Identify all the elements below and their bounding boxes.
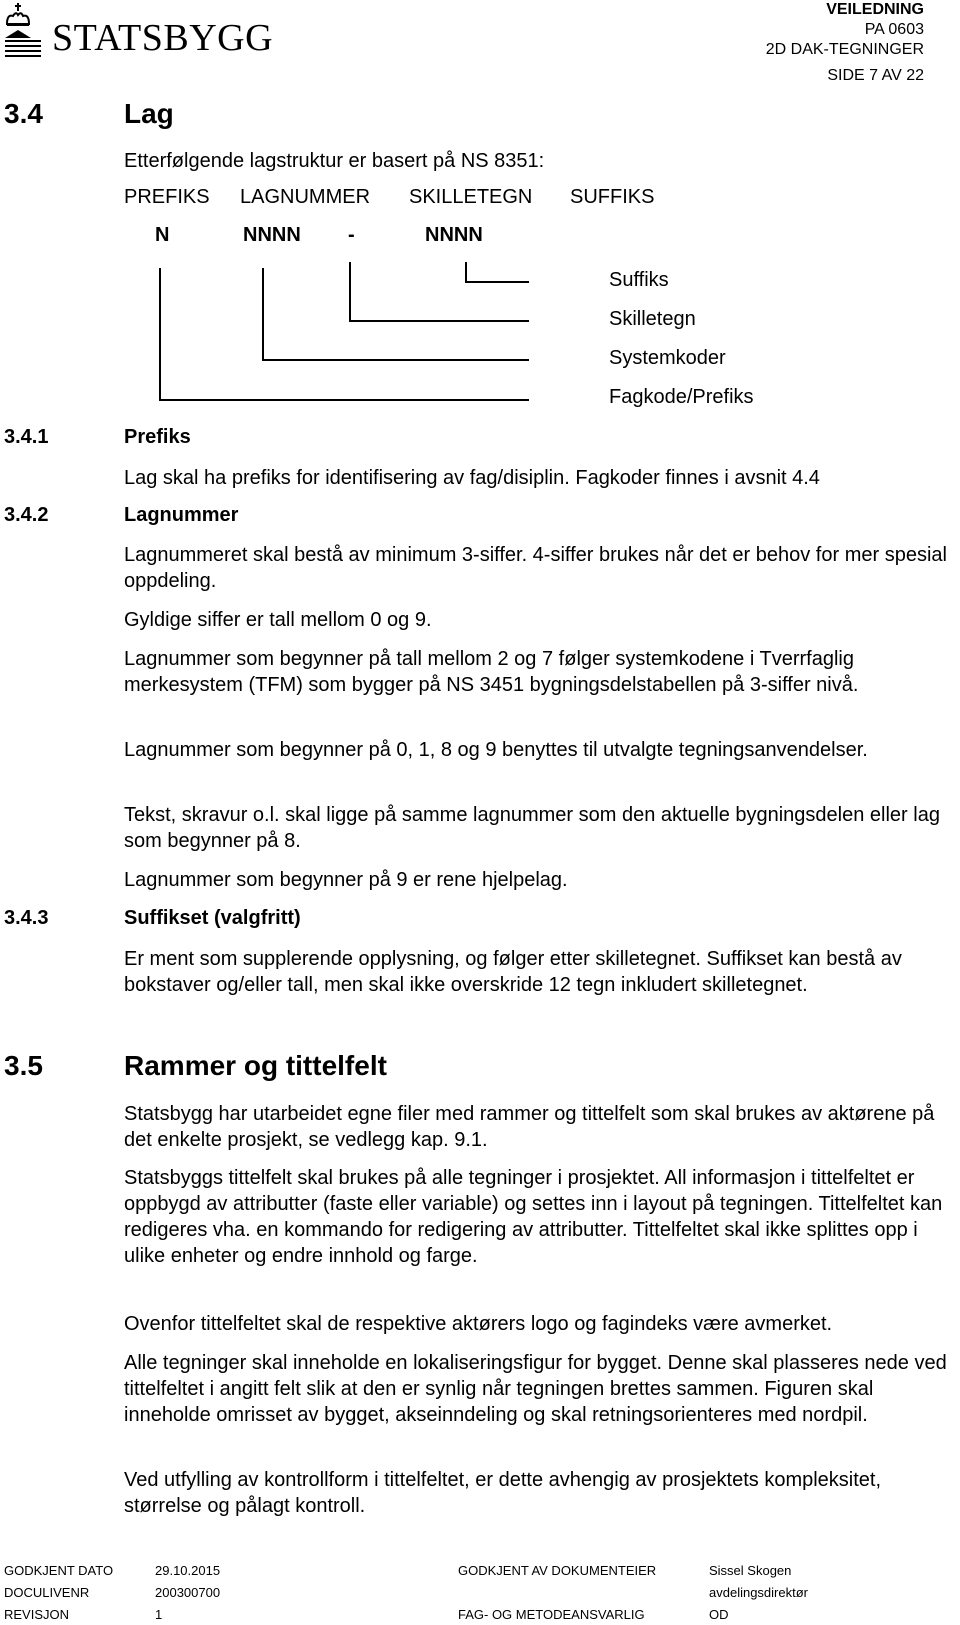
- structure-code-suffix: NNNN: [425, 224, 483, 246]
- paragraph: Statsbyggs tittelfelt skal brukes på all…: [124, 1167, 943, 1267]
- subsection-number: 3.4.3: [4, 907, 49, 929]
- structure-code-layer: NNNN: [243, 224, 301, 246]
- page-info: SIDE 7 AV 22: [827, 67, 924, 84]
- paragraph: Lag skal ha prefiks for identifisering a…: [124, 467, 820, 489]
- bracket-line: [159, 268, 161, 401]
- paragraph: Etterfølgende lagstruktur er basert på N…: [124, 150, 545, 172]
- structure-header-suffiks: SUFFIKS: [570, 186, 655, 208]
- doc-title: 2D DAK-TEGNINGER: [765, 41, 924, 58]
- diagram-label-systemkoder: Systemkoder: [609, 347, 726, 369]
- structure-header-prefiks: PREFIKS: [124, 186, 210, 208]
- paragraph: Lagnummer som begynner på tall mellom 2 …: [124, 648, 859, 696]
- footer-approved-date: 29.10.2015: [155, 1563, 221, 1578]
- subsection-number: 3.4.1: [4, 426, 49, 448]
- document-header-info: VEILEDNING PA 0603 2D DAK-TEGNINGER SIDE…: [766, 0, 924, 86]
- footer-doculive-label: DOCULIVENR: [4, 1585, 90, 1600]
- section-title: Lag: [124, 98, 174, 129]
- paragraph: Ved utfylling av kontrollform i tittelfe…: [124, 1469, 882, 1517]
- footer-owner-name: Sissel Skogen: [709, 1563, 792, 1578]
- subsection-number: 3.4.2: [4, 504, 49, 526]
- subsection-title: Suffikset (valgfritt): [124, 907, 301, 929]
- paragraph: Ovenfor tittelfeltet skal de respektive …: [124, 1313, 833, 1335]
- paragraph: Lagnummeret skal bestå av minimum 3-siff…: [124, 544, 947, 592]
- bracket-line: [262, 359, 529, 361]
- bracket-line: [465, 262, 467, 283]
- diagram-label-fagkode: Fagkode/Prefiks: [609, 386, 754, 408]
- footer-method-label: FAG- OG METODEANSVARLIG: [458, 1607, 645, 1622]
- structure-header-lagnummer: LAGNUMMER: [240, 186, 371, 208]
- bracket-line: [349, 320, 529, 322]
- structure-code-prefix: N: [155, 224, 170, 246]
- logo-text: STATSBYGG: [52, 17, 274, 59]
- paragraph: Er ment som supplerende opplysning, og f…: [124, 948, 902, 996]
- structure-code-separator: -: [348, 224, 355, 246]
- footer-doculive: 200300700: [155, 1585, 221, 1600]
- bracket-line: [465, 281, 529, 283]
- footer-owner-label: GODKJENT AV DOKUMENTEIER: [458, 1563, 657, 1578]
- subsection-title: Prefiks: [124, 426, 191, 448]
- diagram-label-suffiks: Suffiks: [609, 269, 669, 291]
- bracket-line: [262, 268, 264, 361]
- diagram-label-skilletegn: Skilletegn: [609, 308, 696, 330]
- doc-code: PA 0603: [864, 21, 924, 38]
- paragraph: Statsbygg har utarbeidet egne filer med …: [124, 1103, 935, 1151]
- section-number: 3.5: [4, 1050, 43, 1081]
- subsection-title: Lagnummer: [124, 504, 239, 526]
- paragraph: Lagnummer som begynner på 9 er rene hjel…: [124, 869, 568, 891]
- paragraph: Tekst, skravur o.l. skal ligge på samme …: [124, 804, 940, 852]
- structure-header-skilletegn: SKILLETEGN: [409, 186, 533, 208]
- footer-method-value: OD: [709, 1607, 729, 1622]
- paragraph: Lagnummer som begynner på 0, 1, 8 og 9 b…: [124, 739, 868, 761]
- footer-approved-date-label: GODKJENT DATO: [4, 1563, 114, 1578]
- section-number: 3.4: [4, 98, 43, 129]
- bracket-line: [349, 262, 351, 322]
- section-title: Rammer og tittelfelt: [124, 1050, 387, 1081]
- statsbygg-logo: STATSBYGG: [4, 2, 273, 59]
- crown-building-icon: [5, 3, 41, 57]
- paragraph: Gyldige siffer er tall mellom 0 og 9.: [124, 609, 432, 631]
- footer-revision: 1: [155, 1607, 163, 1622]
- paragraph: Alle tegninger skal inneholde en lokalis…: [124, 1352, 947, 1426]
- footer-revision-label: REVISJON: [4, 1607, 70, 1622]
- footer-owner-title: avdelingsdirektør: [709, 1585, 808, 1600]
- bracket-line: [159, 399, 529, 401]
- doc-type: VEILEDNING: [826, 1, 924, 18]
